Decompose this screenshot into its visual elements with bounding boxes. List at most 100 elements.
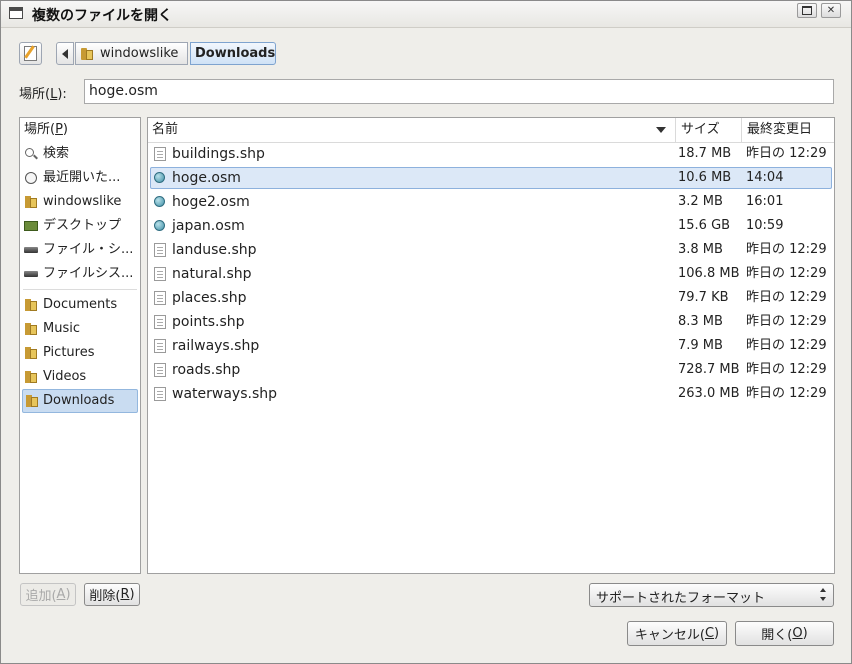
places-item-documents[interactable]: Documents <box>20 293 140 317</box>
file-size: 106.8 MB <box>678 266 740 281</box>
places-item-label: Documents <box>43 297 118 312</box>
breadcrumb-windowslike[interactable]: windowslike <box>75 42 188 65</box>
breadcrumb-downloads[interactable]: Downloads <box>190 42 276 65</box>
close-button[interactable]: ✕ <box>821 3 841 18</box>
file-row[interactable]: hoge.osm 10.6 MB 14:04 <box>150 167 832 189</box>
desktop-icon <box>24 219 38 233</box>
window-icon <box>9 7 23 19</box>
places-item-downloads[interactable]: Downloads <box>22 389 138 413</box>
drive-icon <box>24 267 38 281</box>
osm-file-icon <box>154 172 165 183</box>
file-row[interactable]: roads.shp 728.7 MB 昨日の 12:29 <box>150 359 832 381</box>
add-bookmark-button[interactable]: 追加(A) <box>20 583 76 606</box>
updown-arrows-icon <box>820 588 828 602</box>
add-label-prefix: 追加( <box>25 589 57 604</box>
places-item-music[interactable]: Music <box>20 317 140 341</box>
file-size: 3.8 MB <box>678 242 723 257</box>
location-label-suffix: ): <box>57 87 67 102</box>
remove-label-suffix: ) <box>129 587 135 602</box>
file-name: natural.shp <box>172 266 252 282</box>
places-header-key: P <box>55 122 63 137</box>
cancel-label-suffix: ) <box>714 626 720 641</box>
places-item-label: デスクトップ <box>43 218 122 233</box>
filter-selected-label: サポートされたフォーマット <box>596 591 766 606</box>
places-item-label: Music <box>43 321 80 336</box>
places-item-label: Videos <box>43 369 87 384</box>
cancel-label-prefix: キャンセル( <box>634 628 705 643</box>
file-name: roads.shp <box>172 362 241 378</box>
places-item-filesystem-2[interactable]: ファイルシス... <box>20 262 140 286</box>
file-name: railways.shp <box>172 338 260 354</box>
document-icon <box>154 339 166 353</box>
column-header-name[interactable]: 名前 <box>152 118 178 142</box>
file-size: 3.2 MB <box>678 194 723 209</box>
places-header-prefix: 場所( <box>24 122 56 137</box>
path-scroll-left-button[interactable] <box>56 42 74 65</box>
remove-bookmark-button[interactable]: 削除(R) <box>84 583 140 606</box>
remove-label-key: R <box>120 587 130 602</box>
file-name: landuse.shp <box>172 242 257 258</box>
file-row[interactable]: natural.shp 106.8 MB 昨日の 12:29 <box>150 263 832 285</box>
file-row[interactable]: waterways.shp 263.0 MB 昨日の 12:29 <box>150 383 832 405</box>
places-item-desktop[interactable]: デスクトップ <box>20 214 140 238</box>
edit-pencil-icon <box>24 46 37 61</box>
maximize-button[interactable] <box>797 3 817 18</box>
file-size: 18.7 MB <box>678 146 732 161</box>
document-icon <box>154 291 166 305</box>
places-header-suffix: ) <box>62 122 68 137</box>
location-label-prefix: 場所( <box>19 87 51 102</box>
file-row[interactable]: hoge2.osm 3.2 MB 16:01 <box>150 191 832 213</box>
file-list-header: 名前 サイズ 最終変更日 <box>148 118 834 143</box>
home-folder-icon <box>24 195 38 209</box>
file-modified: 10:59 <box>746 218 784 233</box>
places-item-pictures[interactable]: Pictures <box>20 341 140 365</box>
places-separator <box>23 289 137 290</box>
cancel-button[interactable]: キャンセル(C) <box>627 621 727 646</box>
file-modified: 昨日の 12:29 <box>746 242 827 257</box>
file-row[interactable]: places.shp 79.7 KB 昨日の 12:29 <box>150 287 832 309</box>
type-location-toggle-button[interactable] <box>19 42 42 65</box>
places-item-recent[interactable]: 最近開いた... <box>20 166 140 190</box>
file-name: waterways.shp <box>172 386 277 402</box>
file-modified: 昨日の 12:29 <box>746 314 827 329</box>
file-size: 728.7 MB <box>678 362 740 377</box>
cancel-label-key: C <box>704 626 715 641</box>
document-icon <box>154 387 166 401</box>
remove-label-prefix: 削除( <box>89 589 121 604</box>
open-button[interactable]: 開く(O) <box>735 621 834 646</box>
location-label: 場所(L): <box>19 83 67 102</box>
column-header-modified[interactable]: 最終変更日 <box>741 118 812 142</box>
file-row[interactable]: landuse.shp 3.8 MB 昨日の 12:29 <box>150 239 832 261</box>
file-type-filter-select[interactable]: サポートされたフォーマット <box>589 583 834 607</box>
file-row[interactable]: points.shp 8.3 MB 昨日の 12:29 <box>150 311 832 333</box>
title-bar[interactable]: 複数のファイルを開く ✕ <box>1 1 851 28</box>
file-row[interactable]: japan.osm 15.6 GB 10:59 <box>150 215 832 237</box>
chevron-left-icon <box>62 48 68 59</box>
file-name: japan.osm <box>172 218 245 234</box>
window-title: 複数のファイルを開く <box>32 8 172 24</box>
places-item-filesystem-1[interactable]: ファイル・シ... <box>20 238 140 262</box>
file-modified: 昨日の 12:29 <box>746 362 827 377</box>
places-item-videos[interactable]: Videos <box>20 365 140 389</box>
places-item-label: Pictures <box>43 345 95 360</box>
folder-icon <box>24 322 38 336</box>
location-input[interactable]: hoge.osm <box>84 79 834 104</box>
places-item-search[interactable]: 検索 <box>20 142 140 166</box>
document-icon <box>154 363 166 377</box>
file-modified: 昨日の 12:29 <box>746 290 827 305</box>
open-label-key: O <box>792 626 803 641</box>
breadcrumb-label: Downloads <box>195 46 276 61</box>
column-header-size[interactable]: サイズ <box>675 118 720 142</box>
folder-icon <box>25 394 39 408</box>
file-row[interactable]: buildings.shp 18.7 MB 昨日の 12:29 <box>150 143 832 165</box>
file-row[interactable]: railways.shp 7.9 MB 昨日の 12:29 <box>150 335 832 357</box>
folder-icon <box>24 370 38 384</box>
places-item-label: Downloads <box>43 393 115 408</box>
places-item-label: 検索 <box>43 146 70 161</box>
places-item-home[interactable]: windowslike <box>20 190 140 214</box>
folder-icon <box>24 346 38 360</box>
close-icon: ✕ <box>826 5 836 16</box>
document-icon <box>154 315 166 329</box>
breadcrumb-label: windowslike <box>100 46 179 61</box>
open-label-suffix: ) <box>802 626 808 641</box>
